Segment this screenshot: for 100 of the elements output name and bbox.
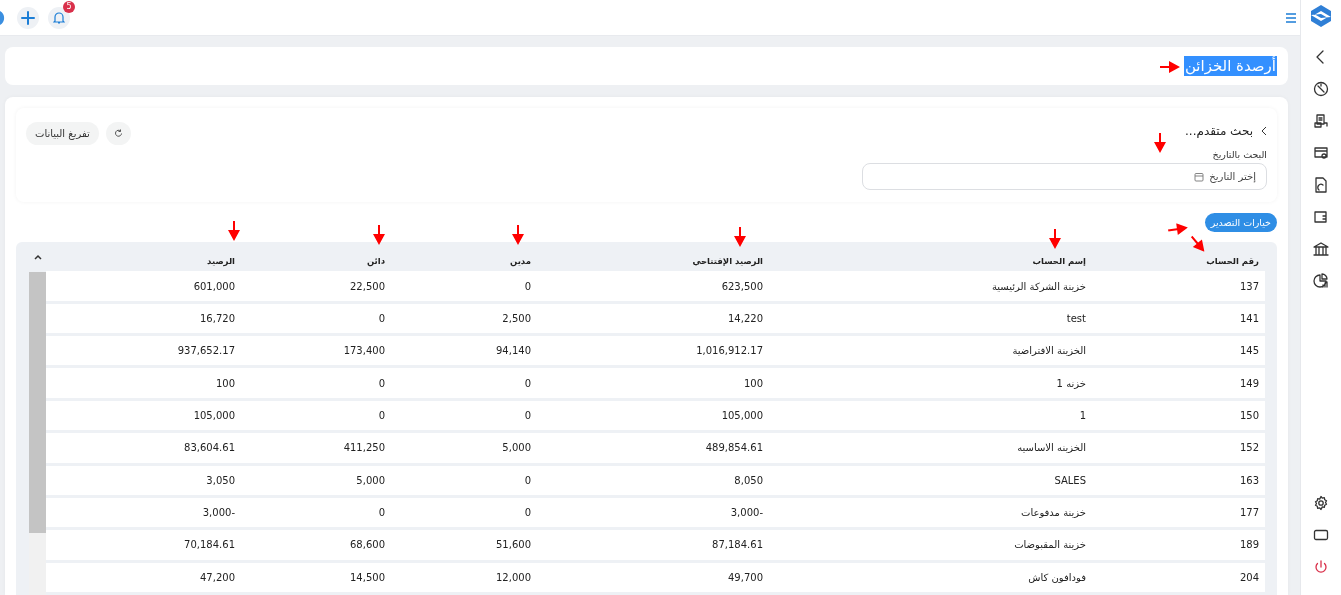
table-cell: 137 bbox=[1092, 271, 1265, 301]
table-cell: خزنه 1 bbox=[769, 368, 1092, 398]
table-cell: 189 bbox=[1092, 530, 1265, 560]
table-cell: 14,500 bbox=[241, 562, 391, 592]
table-cell: 1 bbox=[769, 400, 1092, 431]
scroll-up-icon[interactable] bbox=[33, 254, 42, 260]
table-cell: 0 bbox=[241, 368, 391, 398]
table-cell: 177 bbox=[1092, 497, 1265, 528]
notification-badge: 5 bbox=[63, 0, 75, 13]
annotation-arrow bbox=[373, 225, 385, 245]
table-cell: 1,016,912.17 bbox=[537, 336, 769, 366]
column-header: الرصيد bbox=[207, 255, 236, 266]
receipt-icon[interactable] bbox=[1313, 113, 1329, 129]
table-cell: 47,200 bbox=[46, 562, 241, 592]
plus-icon bbox=[21, 10, 35, 25]
table-cell: 411,250 bbox=[241, 433, 391, 463]
table-cell: 152 bbox=[1092, 433, 1265, 463]
table-cell: 0 bbox=[391, 271, 537, 301]
table-cell: 87,184.61 bbox=[537, 530, 769, 560]
table-cell: 173,400 bbox=[241, 336, 391, 366]
table-cell: فودافون كاش bbox=[769, 562, 1092, 592]
table-cell: 5,000 bbox=[391, 433, 537, 463]
page-title: أرصدة الخزائن bbox=[1183, 56, 1277, 76]
column-header: الرصيد الإفتتاحي bbox=[692, 255, 764, 266]
settings-icon[interactable] bbox=[1313, 495, 1329, 511]
table-cell: خزينة الشركة الرئيسية bbox=[769, 271, 1092, 301]
table-cell: 3,050 bbox=[46, 465, 241, 495]
table-cell: 14,220 bbox=[537, 303, 769, 334]
table-cell: 68,600 bbox=[241, 530, 391, 560]
column-header: رقم الحساب bbox=[1206, 255, 1260, 266]
table-cell: خزينة مدفوعات bbox=[769, 497, 1092, 528]
window-icon[interactable] bbox=[1313, 527, 1329, 543]
table-cell: الخزينه الاساسيه bbox=[769, 433, 1092, 463]
table-cell: -3,000 bbox=[46, 497, 241, 528]
table-cell: 5,000 bbox=[241, 465, 391, 495]
table-cell: الخزينة الافتراضية bbox=[769, 336, 1092, 366]
annotation-arrow bbox=[512, 225, 524, 245]
table-cell: 2,500 bbox=[391, 303, 537, 334]
gauge-icon[interactable] bbox=[1313, 81, 1329, 97]
table-cell: -3,000 bbox=[537, 497, 769, 528]
annotation-arrow bbox=[1160, 61, 1180, 73]
column-header: إسم الحساب bbox=[1032, 255, 1087, 266]
table-cell: 22,500 bbox=[241, 271, 391, 301]
register-icon[interactable] bbox=[1313, 145, 1329, 161]
table-cell: 601,000 bbox=[46, 271, 241, 301]
column-header: دائن bbox=[366, 255, 386, 266]
column-header: مدين bbox=[510, 255, 532, 266]
table-cell: 105,000 bbox=[46, 400, 241, 431]
refresh-icon bbox=[113, 129, 123, 138]
table-cell: 0 bbox=[391, 400, 537, 431]
table-cell: 204 bbox=[1092, 562, 1265, 592]
table-cell: 163 bbox=[1092, 465, 1265, 495]
bell-icon bbox=[53, 11, 65, 24]
power-icon[interactable] bbox=[1313, 559, 1329, 575]
table-cell: 0 bbox=[391, 465, 537, 495]
table-cell: 8,050 bbox=[537, 465, 769, 495]
chevron-icon bbox=[1261, 126, 1267, 136]
table-cell: 150 bbox=[1092, 400, 1265, 431]
document-icon[interactable] bbox=[1313, 177, 1329, 193]
table-cell: 0 bbox=[391, 497, 537, 528]
annotation-arrow bbox=[734, 227, 746, 247]
add-button[interactable] bbox=[17, 6, 39, 29]
table-cell: 16,720 bbox=[46, 303, 241, 334]
bank-icon[interactable] bbox=[1313, 241, 1329, 257]
date-filter-label: البحث بالتاريخ bbox=[1211, 149, 1267, 160]
table-cell: 489,854.61 bbox=[537, 433, 769, 463]
annotation-arrow bbox=[1154, 133, 1166, 153]
pie-chart-icon[interactable] bbox=[1313, 273, 1329, 289]
table-cell: 145 bbox=[1092, 336, 1265, 366]
advanced-search-toggle[interactable]: بحث متقدم... bbox=[1185, 124, 1267, 138]
calendar-icon bbox=[1194, 171, 1205, 182]
table-cell: SALES bbox=[769, 465, 1092, 495]
table-cell: 49,700 bbox=[537, 562, 769, 592]
table-cell: خزينة المقبوضات bbox=[769, 530, 1092, 560]
table-cell: 149 bbox=[1092, 368, 1265, 398]
table-cell: 623,500 bbox=[537, 271, 769, 301]
table-cell: 100 bbox=[46, 368, 241, 398]
table-cell: 937,652.17 bbox=[46, 336, 241, 366]
table-cell: 141 bbox=[1092, 303, 1265, 334]
clear-data-button[interactable]: تفريغ البيانات bbox=[26, 122, 99, 145]
table-cell: 0 bbox=[241, 303, 391, 334]
table-cell: 0 bbox=[241, 400, 391, 431]
refresh-button[interactable] bbox=[105, 122, 131, 145]
table-cell: 83,604.61 bbox=[46, 433, 241, 463]
table-cell: 105,000 bbox=[537, 400, 769, 431]
table-cell: 100 bbox=[537, 368, 769, 398]
scrollbar-thumb[interactable] bbox=[29, 272, 46, 533]
annotation-arrow bbox=[228, 221, 240, 241]
table-cell: 70,184.61 bbox=[46, 530, 241, 560]
wallet-icon[interactable] bbox=[1313, 209, 1329, 225]
table-cell: 51,600 bbox=[391, 530, 537, 560]
table-cell: 0 bbox=[391, 368, 537, 398]
table-cell: 12,000 bbox=[391, 562, 537, 592]
table-cell: 94,140 bbox=[391, 336, 537, 366]
logo-icon bbox=[1311, 5, 1331, 27]
annotation-arrow bbox=[1049, 229, 1061, 249]
menu-icon[interactable] bbox=[1285, 12, 1297, 23]
table-cell: test bbox=[769, 303, 1092, 334]
table-cell: 0 bbox=[241, 497, 391, 528]
date-field[interactable]: إختر التاريخ bbox=[862, 163, 1267, 190]
